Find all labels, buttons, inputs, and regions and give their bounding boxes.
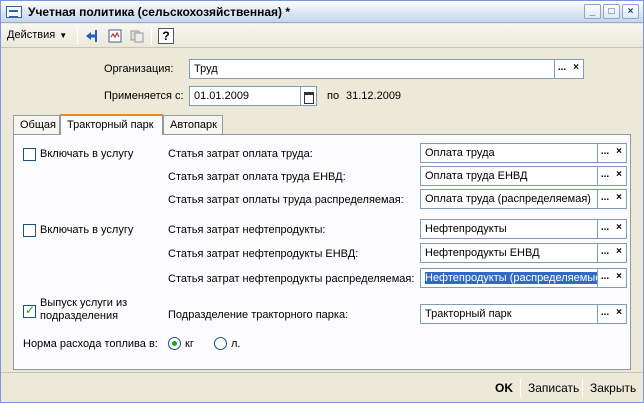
labor-cost-envd-clear-button[interactable]: × bbox=[612, 166, 627, 186]
service-output-label-line1: Выпуск услуги из bbox=[40, 297, 128, 309]
fuel-cost-envd-select-button[interactable]: ... bbox=[598, 243, 613, 263]
labor-cost-clear-button[interactable]: × bbox=[612, 143, 627, 163]
organization-value: Труд bbox=[194, 63, 218, 75]
tractor-department-clear-button[interactable]: × bbox=[612, 304, 627, 324]
labor-cost-label: Статья затрат оплата труда: bbox=[168, 148, 313, 160]
include-fuel-checkbox[interactable] bbox=[23, 224, 36, 237]
toolbar-separator bbox=[77, 27, 78, 45]
fuel-norm-liter-radio[interactable] bbox=[214, 337, 227, 350]
tab-general[interactable]: Общая bbox=[13, 115, 60, 135]
labor-cost-envd-label: Статья затрат оплата труда ЕНВД: bbox=[168, 171, 346, 183]
calendar-icon[interactable] bbox=[301, 86, 317, 106]
labor-cost-distributed-clear-button[interactable]: × bbox=[612, 189, 627, 209]
labor-cost-distributed-select-button[interactable]: ... bbox=[598, 189, 613, 209]
fuel-cost-envd-label: Статья затрат нефтепродукты ЕНВД: bbox=[168, 248, 359, 260]
labor-cost-envd-select-button[interactable]: ... bbox=[598, 166, 613, 186]
form-icon bbox=[6, 6, 22, 18]
labor-cost-envd-field[interactable]: Оплата труда ЕНВД bbox=[420, 166, 598, 186]
labor-cost-distributed-field[interactable]: Оплата труда (распределяемая) bbox=[420, 189, 598, 209]
footer-separator bbox=[582, 379, 583, 397]
labor-cost-field[interactable]: Оплата труда bbox=[420, 143, 598, 163]
organization-label: Организация: bbox=[104, 63, 174, 75]
include-labor-label: Включать в услугу bbox=[40, 148, 134, 160]
fuel-norm-label: Норма расхода топлива в: bbox=[23, 338, 158, 350]
labor-cost-select-button[interactable]: ... bbox=[598, 143, 613, 163]
window-title: Учетная политика (сельскохозяйственная) … bbox=[28, 5, 291, 19]
applies-from-field[interactable]: 01.01.2009 bbox=[189, 86, 301, 106]
fuel-cost-label: Статья затрат нефтепродукты: bbox=[168, 224, 326, 236]
fuel-cost-select-button[interactable]: ... bbox=[598, 219, 613, 239]
fuel-cost-envd-field[interactable]: Нефтепродукты ЕНВД bbox=[420, 243, 598, 263]
title-bar[interactable]: Учетная политика (сельскохозяйственная) … bbox=[1, 1, 643, 23]
close-form-button[interactable]: Закрыть bbox=[590, 381, 636, 395]
fuel-cost-distributed-label: Статья затрат нефтепродукты распределяем… bbox=[168, 273, 415, 285]
fuel-cost-clear-button[interactable]: × bbox=[612, 219, 627, 239]
labor-cost-value: Оплата труда bbox=[425, 147, 495, 159]
service-output-label-line2: подразделения bbox=[40, 310, 119, 322]
tractor-department-label: Подразделение тракторного парка: bbox=[168, 309, 349, 321]
copy-icon[interactable] bbox=[129, 28, 145, 44]
actions-menu-label: Действия bbox=[7, 29, 56, 41]
close-button[interactable]: × bbox=[622, 4, 639, 19]
fuel-cost-envd-value: Нефтепродукты ЕНВД bbox=[425, 247, 540, 259]
toolbar: Действия ▼ ? bbox=[1, 24, 643, 48]
tractor-department-field[interactable]: Тракторный парк bbox=[420, 304, 598, 324]
applies-from-label: Применяется с: bbox=[104, 90, 184, 102]
labor-cost-distributed-label: Статья затрат оплаты труда распределяема… bbox=[168, 194, 404, 206]
save-button[interactable]: Записать bbox=[528, 381, 579, 395]
labor-cost-envd-value: Оплата труда ЕНВД bbox=[425, 170, 528, 182]
accounting-policy-window: Учетная политика (сельскохозяйственная) … bbox=[0, 0, 644, 403]
help-icon[interactable]: ? bbox=[158, 28, 174, 44]
fuel-norm-kg-label: кг bbox=[185, 338, 194, 350]
service-output-checkbox[interactable] bbox=[23, 303, 36, 318]
fuel-cost-distributed-field[interactable]: Нефтепродукты (распределяемые bbox=[420, 268, 598, 288]
organization-field[interactable]: Труд bbox=[189, 59, 555, 79]
fuel-cost-envd-clear-button[interactable]: × bbox=[612, 243, 627, 263]
footer-separator bbox=[520, 379, 521, 397]
ok-button[interactable]: OK bbox=[495, 381, 513, 395]
applies-from-value: 01.01.2009 bbox=[194, 90, 250, 102]
maximize-button[interactable]: □ bbox=[603, 4, 620, 19]
include-labor-checkbox[interactable] bbox=[23, 148, 36, 161]
applies-to-value: 31.12.2009 bbox=[346, 90, 402, 102]
fuel-cost-value: Нефтепродукты bbox=[425, 223, 507, 235]
fuel-cost-distributed-select-button[interactable]: ... bbox=[598, 268, 613, 288]
structure-icon[interactable] bbox=[107, 28, 123, 44]
actions-menu-button[interactable]: Действия ▼ bbox=[7, 29, 67, 41]
fuel-cost-field[interactable]: Нефтепродукты bbox=[420, 219, 598, 239]
fuel-norm-liter-label: л. bbox=[231, 338, 241, 350]
tractor-department-value: Тракторный парк bbox=[425, 308, 512, 320]
footer-bar: OK Записать Закрыть bbox=[1, 372, 643, 402]
tractor-park-panel: Включать в услугу Статья затрат оплата т… bbox=[13, 134, 631, 370]
fuel-cost-distributed-clear-button[interactable]: × bbox=[612, 268, 627, 288]
tab-tractor-park[interactable]: Тракторный парк bbox=[60, 114, 163, 135]
applies-to-label: по bbox=[327, 90, 340, 102]
include-fuel-label: Включать в услугу bbox=[40, 224, 134, 236]
dropdown-arrow-icon: ▼ bbox=[59, 31, 68, 40]
fuel-norm-kg-radio[interactable] bbox=[168, 337, 181, 350]
labor-cost-distributed-value: Оплата труда (распределяемая) bbox=[425, 193, 591, 205]
organization-select-button[interactable]: ... bbox=[555, 59, 570, 79]
form-area: Организация: Труд ... × Применяется с: 0… bbox=[1, 49, 643, 371]
back-arrow-icon[interactable] bbox=[84, 28, 100, 44]
minimize-button[interactable]: _ bbox=[584, 4, 601, 19]
fuel-cost-distributed-value: Нефтепродукты (распределяемые bbox=[425, 272, 597, 284]
tractor-department-select-button[interactable]: ... bbox=[598, 304, 613, 324]
toolbar-separator bbox=[151, 27, 152, 45]
organization-clear-button[interactable]: × bbox=[569, 59, 584, 79]
tab-motor-pool[interactable]: Автопарк bbox=[163, 115, 223, 135]
